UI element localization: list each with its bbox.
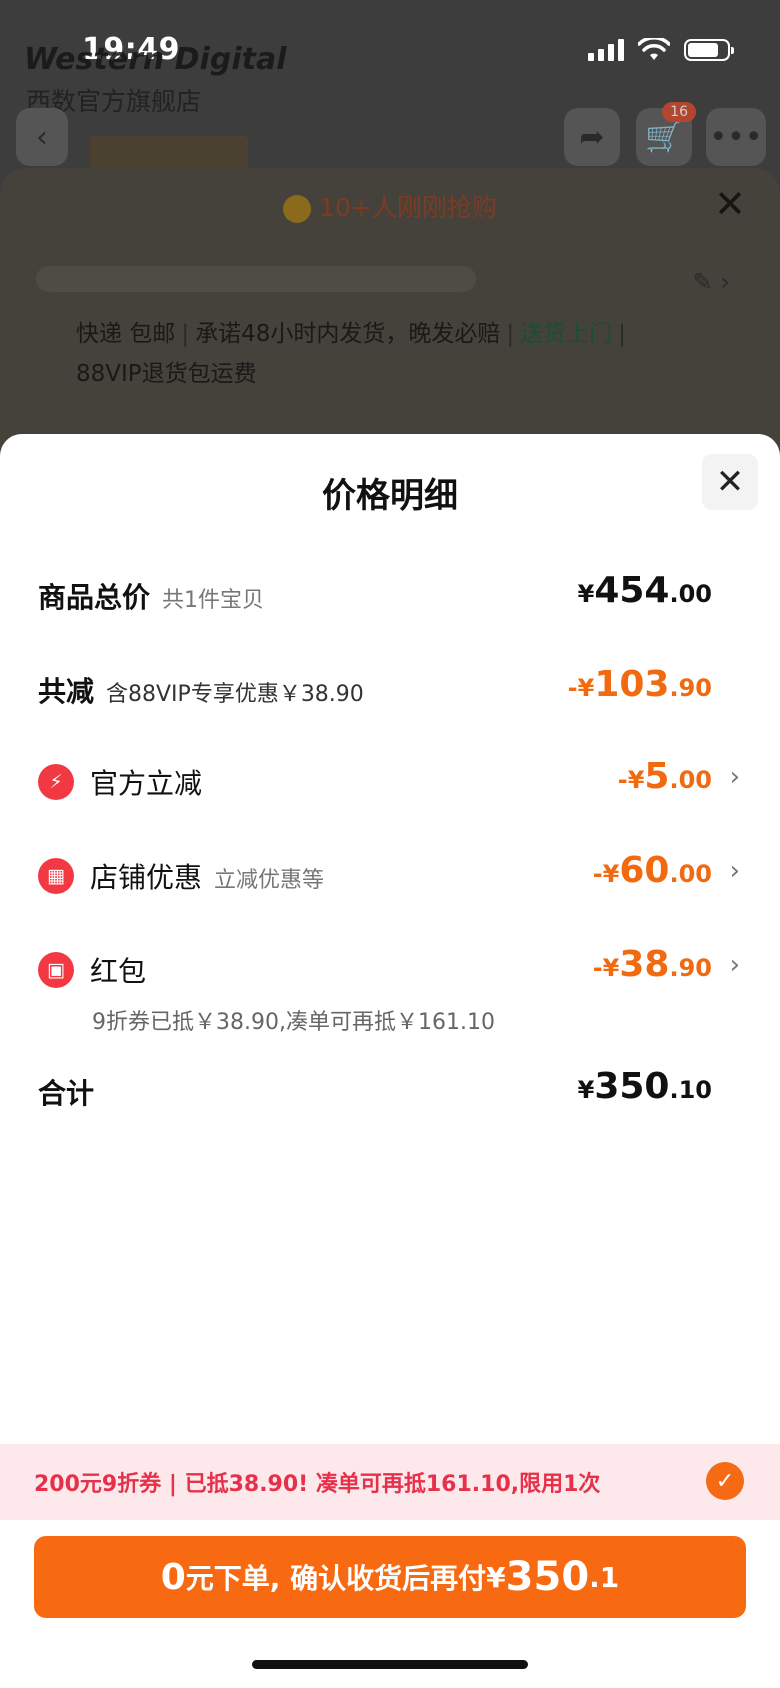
blurred-address (36, 266, 476, 292)
shipping-promise: 承诺48小时内发货，晚发必赔 (195, 321, 501, 347)
row-sum: 合计 ¥350.10 (38, 1066, 740, 1116)
edit-address-icon[interactable]: ✎ › (693, 268, 730, 296)
modal-close-button[interactable]: ✕ (702, 454, 758, 510)
brand-logo: Western Digital (24, 42, 287, 77)
cart-button[interactable]: 🛒 16 (636, 102, 696, 166)
check-icon[interactable]: ✓ (706, 1462, 744, 1500)
shipping-info: 快递 包邮 | 承诺48小时内发货，晚发必赔 | 送货上门 | 88VIP退货包运费 (76, 321, 626, 387)
store-icon: ▦ (38, 858, 74, 894)
close-icon: ✕ (715, 462, 745, 502)
store-amount: -¥60.00 (592, 850, 712, 891)
total-goods-amount: ¥454.00 (577, 570, 712, 611)
store-label: 店铺优惠 立减优惠等 (90, 856, 324, 896)
coupon-bar[interactable]: 200元9折券 | 已抵38.90! 凑单可再抵161.10,限用1次 ✓ (0, 1444, 780, 1520)
cta-amount: 350 (505, 1554, 590, 1600)
promo-text: 10+人刚刚抢购 (319, 193, 497, 222)
sum-label: 合计 (38, 1077, 95, 1110)
back-button[interactable]: ‹ (16, 108, 68, 166)
total-goods-label: 商品总价 (38, 581, 151, 614)
coupon-text: 200元9折券 | 已抵38.90! 凑单可再抵161.10,限用1次 (34, 1472, 601, 1497)
cta-decimal: .1 (589, 1560, 620, 1594)
cart-icon: 🛒 (645, 119, 683, 155)
mascot-icon (283, 195, 312, 223)
row-store-discount[interactable]: ▦ 店铺优惠 立减优惠等 -¥60.00 › (38, 850, 740, 900)
store-label-text: 店铺优惠 (90, 861, 203, 894)
row-total-goods: 商品总价 共1件宝贝 ¥454.00 (38, 570, 740, 620)
row-total-discount: 共减 含88VIP专享优惠￥38.90 -¥103.90 (38, 664, 740, 714)
cta-zero: 0 (160, 1556, 186, 1598)
cta-text: 元下单, 确认收货后再付 (185, 1562, 487, 1595)
promo-banner: 10+人刚刚抢购 (0, 188, 780, 224)
red-packet-note: 9折券已抵￥38.90,凑单可再抵￥161.10 (92, 1010, 495, 1035)
wifi-icon (638, 38, 670, 60)
place-order-button[interactable]: 0 元下单, 确认收货后再付 ¥350.1 (34, 1536, 746, 1618)
total-goods-sub: 共1件宝贝 (162, 588, 265, 613)
discount-sub: 含88VIP专享优惠￥38.90 (106, 682, 364, 707)
chevron-right-icon: › (729, 950, 740, 980)
row-label: 共减 含88VIP专享优惠￥38.90 (38, 670, 364, 710)
discount-amount: -¥103.90 (567, 664, 712, 705)
battery-icon (684, 39, 734, 61)
lightning-icon: ⚡ (38, 764, 74, 800)
chevron-right-icon: › (729, 762, 740, 792)
sum-amount: ¥350.10 (577, 1066, 712, 1107)
signal-icon (588, 39, 624, 61)
shipping-express: 快递 包邮 (76, 321, 176, 347)
order-sheet: 10+人刚刚抢购 ✕ ✎ › 快递 包邮 | 承诺48小时内发货，晚发必赔 | 送货上门… (0, 168, 780, 468)
more-icon: ••• (709, 119, 763, 155)
store-brand: Western Digital 西数官方旗舰店 (24, 42, 287, 116)
discount-label: 共减 (38, 675, 95, 708)
shipping-door: 送货上门 (520, 321, 613, 347)
close-icon[interactable]: ✕ (714, 182, 746, 226)
row-label: 商品总价 共1件宝贝 (38, 576, 264, 616)
cart-badge: 16 (662, 102, 696, 122)
chevron-right-icon: › (729, 856, 740, 886)
official-amount: -¥5.00 (617, 756, 712, 797)
official-label: 官方立减 (90, 767, 203, 800)
share-button[interactable]: ➦ (564, 108, 620, 166)
store-sub: 立减优惠等 (214, 868, 325, 893)
red-packet-label: 红包 (90, 955, 147, 988)
share-icon: ➦ (579, 119, 605, 155)
more-button[interactable]: ••• (706, 108, 766, 166)
status-icons (588, 38, 734, 62)
chevron-left-icon: ‹ (36, 119, 48, 155)
modal-title: 价格明细 (322, 476, 458, 516)
row-official-discount[interactable]: ⚡ 官方立减 -¥5.00 › (38, 756, 740, 806)
home-indicator[interactable] (252, 1660, 528, 1669)
shipping-return: 88VIP退货包运费 (76, 361, 257, 387)
red-packet-icon: ▣ (38, 952, 74, 988)
product-thumbnail (90, 136, 248, 170)
row-red-packet[interactable]: ▣ 红包 -¥38.90 › (38, 944, 740, 994)
cta-currency: ¥ (486, 1560, 506, 1594)
red-packet-amount: -¥38.90 (592, 944, 712, 985)
